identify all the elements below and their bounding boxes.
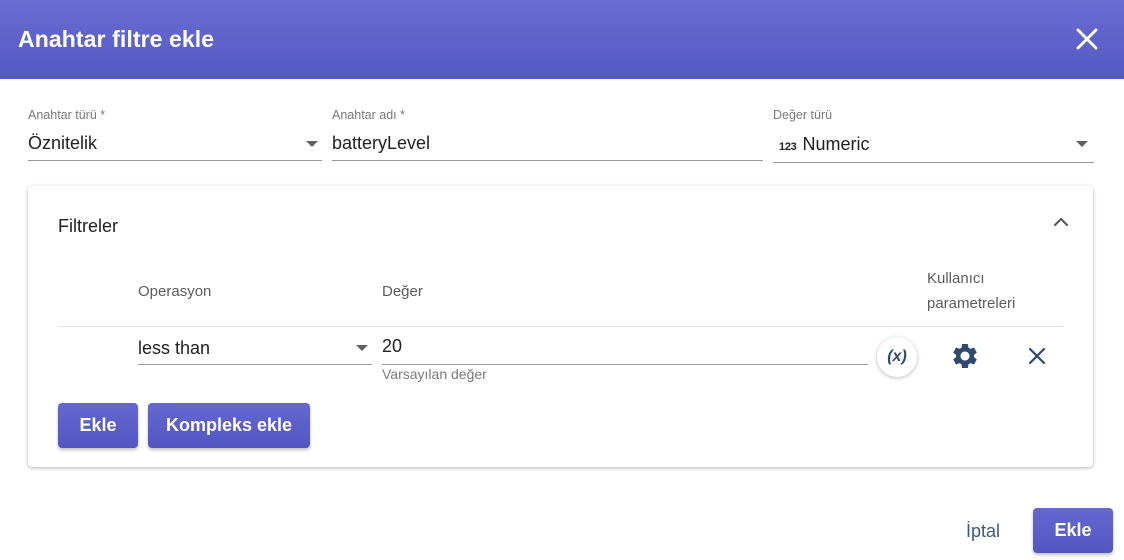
filter-value-underline [382, 364, 868, 365]
key-name-value: batteryLevel [332, 133, 431, 153]
chevron-down-icon [306, 141, 318, 147]
key-type-value: Öznitelik [28, 133, 98, 153]
filter-value-input[interactable]: 20 Varsayılan değer [382, 336, 868, 382]
gear-icon [953, 344, 977, 368]
user-params-button[interactable] [950, 341, 980, 371]
filter-value-hint: Varsayılan değer [382, 366, 487, 382]
numeric-icon: 123 [779, 140, 797, 153]
value-type-label: Değer türü [773, 108, 833, 122]
dialog-title: Anahtar filtre ekle [18, 26, 215, 52]
column-header-user-params: Kullanıcı parametreleri [927, 270, 1016, 312]
filter-value: 20 [382, 336, 403, 356]
operation-select[interactable]: less than [138, 336, 372, 366]
value-type-value: Numeric [802, 134, 870, 154]
chevron-down-icon [356, 345, 368, 351]
key-type-select[interactable]: Anahtar türü * Öznitelik [28, 108, 322, 162]
dialog-header: Anahtar filtre ekle [0, 0, 1124, 79]
add-filter-button[interactable]: Ekle [58, 403, 138, 448]
close-dialog-button[interactable] [1072, 24, 1102, 54]
cancel-button[interactable]: İptal [952, 510, 1014, 552]
filters-panel: Filtreler Operasyon Değer Kullanıcı para… [28, 186, 1093, 467]
variable-button[interactable]: (x) [877, 337, 917, 377]
column-header-operation: Operasyon [138, 283, 212, 300]
key-type-label: Anahtar türü * [28, 108, 106, 122]
row-divider [58, 326, 1063, 327]
chevron-down-icon [1076, 141, 1088, 147]
operation-underline [138, 364, 372, 365]
key-name-input[interactable]: Anahtar adı * batteryLevel [332, 108, 763, 162]
submit-button[interactable]: Ekle [1033, 508, 1113, 553]
filters-title: Filtreler [58, 216, 119, 236]
close-icon [1028, 347, 1046, 365]
column-header-value: Değer [382, 283, 423, 300]
value-type-value-row: 123 Numeric [773, 134, 869, 155]
key-name-label: Anahtar adı * [332, 108, 405, 122]
value-type-select[interactable]: Değer türü 123 Numeric [773, 108, 1094, 164]
key-type-underline [28, 160, 322, 161]
key-name-underline [332, 160, 763, 161]
operation-value: less than [138, 338, 211, 358]
value-type-underline [773, 162, 1094, 163]
remove-filter-button[interactable] [1024, 343, 1050, 369]
collapse-button[interactable] [1051, 212, 1071, 232]
chevron-up-icon [1054, 218, 1068, 226]
add-complex-filter-button[interactable]: Kompleks ekle [148, 403, 310, 448]
close-icon [1076, 28, 1098, 50]
